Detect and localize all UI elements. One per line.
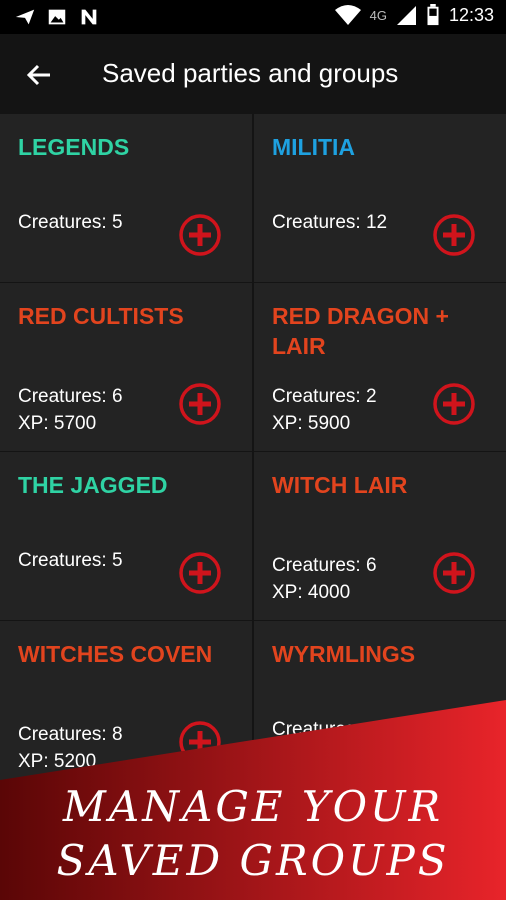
arrow-back-icon[interactable] [24,60,54,90]
group-card[interactable]: RED CULTISTS Creatures: 6 XP: 5700 [0,283,252,451]
group-card[interactable]: THE JAGGED Creatures: 5 [0,452,252,620]
network-type: 4G [369,7,387,23]
wifi-icon [334,5,361,25]
add-circle-icon[interactable] [432,720,476,764]
battery-icon [427,4,439,26]
creature-count: Creatures: 5 [18,212,123,233]
add-circle-icon[interactable] [178,213,222,257]
add-circle-icon[interactable] [178,551,222,595]
xp-total: XP: 5200 [18,751,97,772]
group-name: WITCHES COVEN [18,641,213,667]
group-stats: Creatures: 6 XP: 5700 [18,383,123,437]
group-card[interactable]: LEGENDS Creatures: 5 [0,114,252,282]
group-stats: Creatures: 5 [18,209,123,236]
xp-total: XP: 5700 [18,413,97,434]
creature-count: Creatures: 8 [18,724,123,745]
group-stats: Creatures: [272,716,361,743]
xp-total: XP: 5900 [272,413,351,434]
creature-count: Creatures: 12 [272,212,388,233]
add-circle-icon[interactable] [432,382,476,426]
creature-count: Creatures: 6 [272,555,377,576]
group-card[interactable]: RED DRAGON + LAIR Creatures: 2 XP: 5900 [254,283,506,451]
group-name: RED DRAGON + LAIR [272,303,449,359]
banner-line-2: SAVED GROUPS [56,836,450,885]
group-card[interactable]: MILITIA Creatures: 12 [254,114,506,282]
signal-icon [396,6,416,25]
group-name: WYRMLINGS [272,641,416,667]
add-circle-icon[interactable] [178,382,222,426]
group-stats: Creatures: 8 XP: 5200 [18,721,123,775]
page-title: Saved parties and groups [102,58,399,88]
group-stats: Creatures: 12 [272,209,387,236]
creature-count: Creatures: [272,719,361,740]
banner-line-1: MANAGE YOUR [62,782,444,831]
group-name: LEGENDS [18,134,130,160]
group-stats: Creatures: 2 XP: 5900 [272,383,377,437]
group-name: MILITIA [272,134,356,160]
creature-count: Creatures: 6 [18,386,123,407]
clock: 12:33 [448,4,494,25]
group-name: WITCH LAIR [272,472,408,498]
add-circle-icon[interactable] [432,551,476,595]
send-icon [15,9,35,25]
group-stats: Creatures: 6 XP: 4000 [272,552,377,606]
group-name: THE JAGGED [18,472,168,498]
app-toolbar: Saved parties and groups [0,34,506,114]
group-card[interactable]: WYRMLINGS Creatures: [254,621,506,789]
group-card[interactable]: WITCH LAIR Creatures: 6 XP: 4000 [254,452,506,620]
add-circle-icon[interactable] [178,720,222,764]
group-card[interactable]: WITCHES COVEN Creatures: 8 XP: 5200 [0,621,252,789]
group-name: RED CULTISTS [18,303,184,329]
add-circle-icon[interactable] [432,213,476,257]
group-stats: Creatures: 5 [18,547,123,574]
n-app-icon [81,9,97,25]
creature-count: Creatures: 2 [272,386,377,407]
image-icon [48,9,66,25]
xp-total: XP: 4000 [272,582,351,603]
status-bar: 4G 12:33 [0,0,506,34]
creature-count: Creatures: 5 [18,550,123,571]
